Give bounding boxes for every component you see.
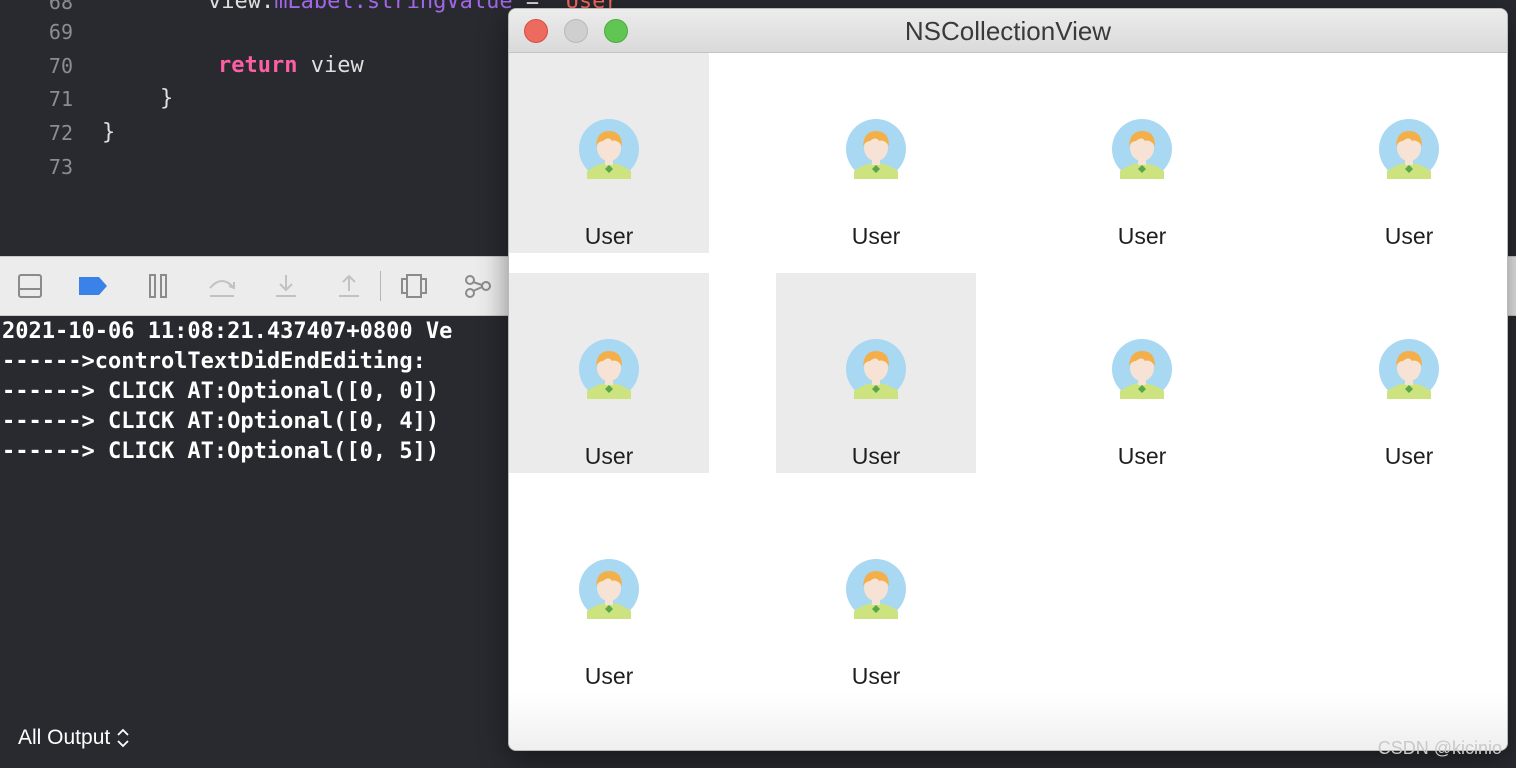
user-avatar-icon [579, 119, 639, 179]
user-avatar-icon [1112, 119, 1172, 179]
breakpoints-icon[interactable] [76, 269, 110, 303]
user-avatar-icon [579, 559, 639, 619]
collection-item-label: User [851, 223, 901, 249]
collection-item[interactable]: User [509, 273, 709, 473]
hide-debug-area-icon[interactable] [13, 269, 47, 303]
collection-item[interactable]: User [1042, 53, 1242, 253]
user-avatar-icon [579, 339, 639, 399]
code-text: } [160, 86, 174, 111]
collection-item[interactable]: User [509, 53, 709, 253]
user-avatar-icon [1112, 339, 1172, 399]
collection-item-label: User [584, 223, 634, 249]
user-avatar-icon [846, 119, 906, 179]
collection-item[interactable]: User [776, 53, 976, 253]
step-over-icon[interactable] [205, 269, 239, 303]
code-text: return view [218, 49, 364, 83]
collection-item-label: User [851, 443, 901, 469]
collection-item-label: User [1384, 223, 1434, 249]
console-line: 2021-10-06 11:08:21.437407+0800 Ve [2, 319, 453, 344]
up-down-chevron-icon [116, 727, 130, 749]
memory-graph-icon[interactable] [461, 269, 495, 303]
user-avatar-icon [846, 559, 906, 619]
collection-item-label: User [584, 663, 634, 689]
line-number: 73 [48, 155, 73, 179]
title-bar[interactable]: NSCollectionView [509, 9, 1507, 53]
collection-view[interactable]: User User User User User User User User User User [509, 53, 1507, 750]
collection-item-label: User [1117, 443, 1167, 469]
user-avatar-icon [846, 339, 906, 399]
watermark: CSDN @kicinio [1377, 738, 1502, 758]
console-line: ------> CLICK AT:Optional([0, 0]) [2, 379, 440, 404]
collection-item-label: User [1117, 223, 1167, 249]
output-filter-label: All Output [18, 726, 111, 749]
output-filter-popup[interactable]: All Output [18, 722, 130, 754]
collection-item[interactable]: User [1309, 53, 1507, 253]
line-number: 69 [48, 20, 73, 44]
collection-item[interactable]: User [1042, 273, 1242, 473]
collection-view-window: NSCollectionView User User User User User Use… [508, 8, 1508, 751]
view-hierarchy-icon[interactable] [397, 269, 431, 303]
window-title: NSCollectionView [904, 16, 1112, 46]
line-number: 71 [48, 87, 73, 111]
console-line: ------> CLICK AT:Optional([0, 4]) [2, 409, 440, 434]
collection-item[interactable]: User [1309, 273, 1507, 473]
pause-icon[interactable] [141, 269, 175, 303]
console-line: ------> CLICK AT:Optional([0, 5]) [2, 439, 440, 464]
line-number: 70 [48, 54, 73, 78]
toolbar-divider [380, 271, 381, 301]
collection-item[interactable]: User [509, 493, 709, 693]
line-number: 72 [48, 121, 73, 145]
code-text: } [102, 120, 116, 145]
code-keyword: return [218, 53, 298, 78]
code-token: view [297, 53, 364, 78]
collection-item[interactable]: User [776, 493, 976, 693]
code-token: mLabel.stringValue [274, 0, 513, 14]
code-token: view. [102, 0, 275, 14]
collection-item-label: User [851, 663, 901, 689]
collection-item[interactable]: User [776, 273, 976, 473]
collection-item-label: User [1384, 443, 1434, 469]
step-into-icon[interactable] [269, 269, 303, 303]
collection-item-label: User [584, 443, 634, 469]
console-line: ------>controlTextDidEndEditing: [2, 349, 426, 374]
user-avatar-icon [1379, 119, 1439, 179]
step-out-icon[interactable] [332, 269, 366, 303]
user-avatar-icon [1379, 339, 1439, 399]
